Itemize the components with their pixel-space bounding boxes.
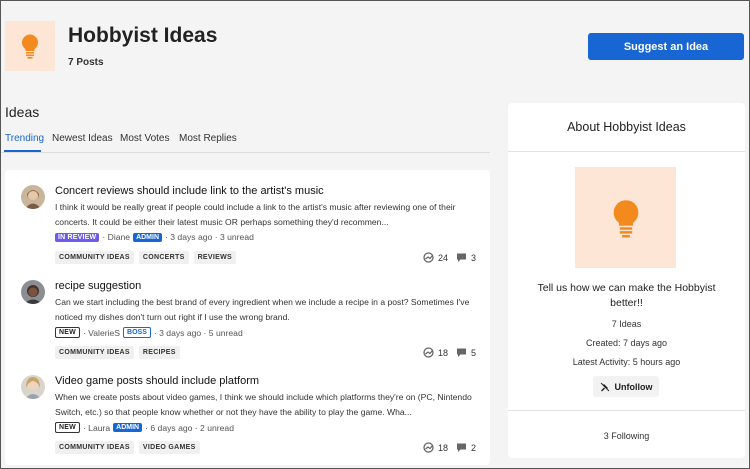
list-item[interactable]: Concert reviews should include link to t…	[5, 170, 490, 265]
views-icon	[423, 252, 434, 263]
post-time: · 6 days ago · 2 unread	[145, 422, 234, 433]
category-logo	[5, 21, 55, 71]
about-description: Tell us how we can make the Hobbyist bet…	[537, 282, 716, 309]
post-title[interactable]: recipe suggestion	[55, 280, 141, 292]
reply-count: 5	[456, 347, 476, 358]
post-time: · 3 days ago · 3 unread	[165, 232, 254, 242]
about-panel: About Hobbyist Ideas Tell us how we can …	[508, 103, 745, 458]
lightbulb-icon	[22, 34, 38, 59]
lightbulb-icon	[613, 199, 638, 237]
idea-list: Concert reviews should include link to t…	[5, 170, 490, 465]
post-meta: NEW · ValerieS BOSS · 3 days ago · 5 unr…	[55, 327, 243, 338]
tag[interactable]: RECIPES	[138, 346, 180, 359]
created-date: Created: 7 days ago	[585, 338, 668, 348]
author-name[interactable]: · Laura	[83, 423, 110, 433]
ideas-heading: Ideas	[5, 104, 40, 120]
view-count: 18	[423, 442, 448, 453]
tag[interactable]: REVIEWS	[193, 251, 236, 264]
post-count: 7 Posts	[68, 57, 104, 68]
sort-tabs: Trending Newest Ideas Most Votes Most Re…	[0, 130, 490, 153]
post-title[interactable]: Concert reviews should include link to t…	[55, 185, 324, 197]
ideas-count: 7 Ideas	[611, 319, 642, 329]
tag-list: COMMUNITY IDEAS RECIPES	[55, 346, 180, 359]
status-badge: NEW	[55, 327, 80, 338]
tab-trending[interactable]: Trending	[5, 133, 44, 144]
comment-icon	[457, 443, 466, 452]
author-name[interactable]: · Diane	[102, 232, 130, 242]
tag[interactable]: COMMUNITY IDEAS	[55, 346, 134, 359]
tag-list: COMMUNITY IDEAS CONCERTS REVIEWS	[55, 251, 236, 264]
tag-list: COMMUNITY IDEAS VIDEO GAMES	[55, 441, 200, 454]
tag[interactable]: COMMUNITY IDEAS	[55, 251, 134, 264]
view-count: 18	[423, 347, 448, 358]
tab-newest-ideas[interactable]: Newest Ideas	[52, 133, 113, 144]
author-name[interactable]: · ValerieS	[83, 328, 120, 338]
category-header: Hobbyist Ideas 7 Posts Suggest an Idea	[0, 0, 750, 88]
about-heading: About Hobbyist Ideas	[508, 103, 745, 152]
role-badge: ADMIN	[133, 232, 163, 242]
post-meta: IN REVIEW · Diane ADMIN · 3 days ago · 3…	[55, 232, 254, 242]
unfollow-button[interactable]: Unfollow	[593, 376, 659, 397]
view-count: 24	[423, 252, 448, 263]
post-excerpt: I think it would be really great if peop…	[55, 202, 456, 227]
post-excerpt: Can we start including the best brand of…	[55, 297, 470, 322]
following-count[interactable]: 3 Following	[508, 431, 745, 441]
post-time: · 3 days ago · 5 unread	[153, 327, 243, 338]
list-item[interactable]: recipe suggestion Can we start including…	[5, 265, 490, 360]
comment-icon	[457, 253, 466, 262]
post-meta: NEW · Laura ADMIN · 6 days ago · 2 unrea…	[55, 422, 234, 433]
page-title: Hobbyist Ideas	[68, 24, 218, 47]
divider	[508, 410, 745, 411]
avatar[interactable]	[21, 280, 45, 304]
list-item[interactable]: Video game posts should include platform…	[5, 360, 490, 455]
status-badge: NEW	[55, 422, 80, 433]
avatar[interactable]	[21, 185, 45, 209]
suggest-idea-button[interactable]: Suggest an Idea	[588, 33, 744, 60]
status-badge: IN REVIEW	[55, 232, 100, 242]
post-title[interactable]: Video game posts should include platform	[55, 375, 259, 387]
latest-activity: Latest Activity: 5 hours ago	[572, 357, 681, 367]
about-logo	[575, 167, 676, 268]
avatar[interactable]	[21, 375, 45, 399]
tab-most-votes[interactable]: Most Votes	[120, 133, 169, 144]
reply-count: 3	[456, 252, 476, 263]
role-badge: BOSS	[123, 327, 151, 338]
unfollow-icon	[600, 382, 609, 391]
comment-icon	[457, 348, 466, 357]
post-excerpt: When we create posts about video games, …	[55, 392, 472, 417]
tab-most-replies[interactable]: Most Replies	[179, 133, 237, 144]
tag[interactable]: CONCERTS	[138, 251, 189, 264]
active-tab-indicator	[4, 150, 41, 152]
views-icon	[423, 442, 434, 453]
tag[interactable]: COMMUNITY IDEAS	[55, 441, 134, 454]
tag[interactable]: VIDEO GAMES	[138, 441, 200, 454]
reply-count: 2	[456, 442, 476, 453]
views-icon	[423, 347, 434, 358]
role-badge: ADMIN	[113, 423, 143, 432]
